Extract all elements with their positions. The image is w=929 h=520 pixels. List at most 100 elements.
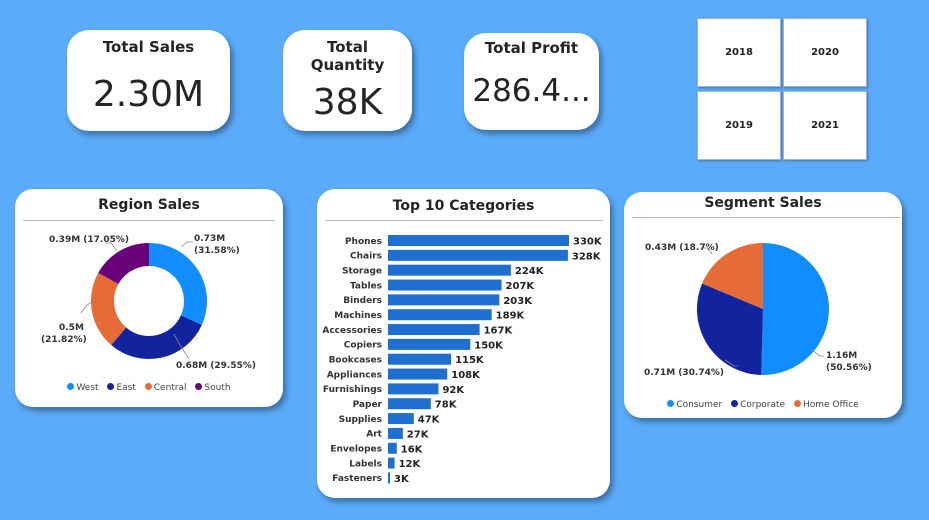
- total-profit-card: Total Profit 286.4...: [464, 33, 599, 130]
- total-quantity-card: Total Quantity 38K: [283, 30, 412, 131]
- legend-item-south[interactable]: South: [195, 383, 231, 393]
- bar-accessories[interactable]: [388, 324, 480, 336]
- bar-label-machines: Machines: [334, 311, 382, 321]
- bar-value-art: 27K: [407, 429, 430, 440]
- legend-dot-consumer: [667, 400, 675, 407]
- bar-tables[interactable]: [388, 279, 502, 291]
- bar-label-envelopes: Envelopes: [330, 445, 382, 455]
- bar-label-supplies: Supplies: [339, 415, 382, 425]
- region-slices: [90, 243, 207, 359]
- legend-label-south: South: [204, 383, 231, 393]
- bar-value-labels: 12K: [399, 459, 422, 470]
- total-sales-value: 2.30M: [92, 74, 205, 115]
- bar-copiers[interactable]: [388, 338, 471, 350]
- bar-paper[interactable]: [388, 398, 431, 410]
- region-donut-chart: 0.73M (31.58%) 0.68M (29.55%) 0.5M (21.8…: [41, 234, 256, 371]
- top-categories-panel: Top 10 Categories Phones 330K Chairs 328K St…: [317, 189, 610, 498]
- bar-value-paper: 78K: [435, 400, 458, 411]
- slice-east[interactable]: [111, 315, 202, 359]
- region-label-central-pct: (21.82%): [41, 335, 87, 345]
- bar-label-copiers: Copiers: [344, 341, 382, 351]
- bar-label-furnishings: Furnishings: [323, 385, 382, 395]
- legend-label-corporate: Corporate: [740, 400, 786, 410]
- legend-dot-west: [67, 383, 75, 390]
- total-quantity-title-line1: Total: [327, 38, 368, 56]
- bar-label-art: Art: [366, 430, 382, 440]
- legend-item-consumer[interactable]: Consumer: [667, 400, 722, 410]
- region-label-south: 0.39M (17.05%): [49, 235, 129, 245]
- legend-label-home-office: Home Office: [802, 400, 859, 410]
- bar-value-tables: 207K: [506, 281, 536, 292]
- region-sales-panel: Region Sales 0.73M (31.58%) 0.68M (29.55…: [15, 189, 283, 407]
- bar-label-storage: Storage: [342, 266, 382, 276]
- legend-label-west: West: [76, 383, 99, 393]
- legend-dot-south: [195, 383, 203, 390]
- bar-phones[interactable]: [388, 235, 569, 246]
- bar-label-chairs: Chairs: [350, 252, 382, 262]
- bar-furnishings[interactable]: [388, 383, 439, 395]
- segment-slices: [697, 243, 829, 375]
- bar-bookcases[interactable]: [388, 353, 452, 365]
- bar-value-furnishings: 92K: [442, 385, 465, 396]
- legend-item-central[interactable]: Central: [144, 383, 187, 393]
- legend-dot-east: [107, 383, 115, 390]
- bar-label-binders: Binders: [343, 296, 382, 306]
- region-label-west-pct: (31.58%): [194, 246, 240, 256]
- region-legend: West East Central South: [15, 383, 283, 393]
- total-quantity-title-line2: Quantity: [310, 56, 385, 74]
- legend-dot-corporate: [731, 400, 739, 407]
- bar-label-labels: Labels: [349, 459, 382, 469]
- bar-label-fasteners: Fasteners: [332, 474, 382, 484]
- total-quantity-value: 38K: [312, 82, 383, 123]
- region-label-central-value: 0.5M: [59, 323, 84, 333]
- legend-label-consumer: Consumer: [676, 400, 723, 410]
- year-slicer-2020[interactable]: 2020: [783, 18, 867, 87]
- bar-value-copiers: 150K: [474, 340, 504, 351]
- year-slicer-2019[interactable]: 2019: [697, 91, 781, 160]
- total-sales-title: Total Sales: [102, 38, 195, 56]
- total-quantity-title: Total Quantity: [283, 38, 412, 74]
- bar-label-paper: Paper: [353, 400, 383, 410]
- segment-sales-panel: Segment Sales 1.16M (50.56%) 0.71M (30.7…: [624, 192, 902, 418]
- bar-supplies[interactable]: [388, 413, 414, 425]
- segment-label-home-office: 0.43M (18.7%): [645, 243, 719, 253]
- bar-value-supplies: 47K: [418, 415, 441, 426]
- legend-item-corporate[interactable]: Corporate: [731, 400, 785, 410]
- bar-label-tables: Tables: [350, 281, 382, 291]
- bar-label-appliances: Appliances: [327, 370, 382, 380]
- bar-value-binders: 203K: [503, 296, 533, 307]
- bar-art[interactable]: [388, 427, 403, 439]
- segment-label-consumer-value: 1.16M: [826, 351, 857, 361]
- year-slicer-2018[interactable]: 2018: [697, 18, 781, 87]
- legend-item-home-office[interactable]: Home Office: [793, 400, 859, 410]
- bar-value-phones: 330K: [573, 237, 603, 248]
- legend-label-east: East: [116, 383, 136, 393]
- total-profit-title: Total Profit: [484, 39, 579, 57]
- bar-value-machines: 189K: [496, 311, 526, 322]
- bar-storage[interactable]: [388, 264, 511, 276]
- bar-label-bookcases: Bookcases: [329, 356, 382, 366]
- bar-binders[interactable]: [388, 294, 500, 306]
- bar-value-envelopes: 16K: [401, 444, 424, 455]
- bar-label-phones: Phones: [345, 237, 382, 247]
- bar-fasteners[interactable]: [388, 472, 390, 484]
- bar-chairs[interactable]: [388, 249, 568, 261]
- bar-labels[interactable]: [388, 457, 395, 469]
- segment-label-consumer-pct: (50.56%): [826, 363, 872, 373]
- bar-envelopes[interactable]: [388, 442, 397, 454]
- segment-label-corporate: 0.71M (30.74%): [644, 368, 724, 378]
- total-sales-card: Total Sales 2.30M: [67, 30, 230, 131]
- bar-value-chairs: 328K: [572, 251, 602, 262]
- legend-dot-central: [144, 383, 152, 390]
- bar-value-accessories: 167K: [484, 326, 514, 337]
- bar-value-fasteners: 3K: [394, 474, 410, 485]
- legend-item-east[interactable]: East: [107, 383, 136, 393]
- bar-appliances[interactable]: [388, 368, 448, 380]
- region-label-east: 0.68M (29.55%): [176, 361, 256, 371]
- legend-label-central: Central: [153, 383, 187, 393]
- year-slicer-2021[interactable]: 2021: [783, 91, 867, 160]
- legend-item-west[interactable]: West: [67, 383, 99, 393]
- bar-machines[interactable]: [388, 309, 492, 321]
- total-profit-value: 286.4...: [472, 73, 591, 109]
- segment-legend: Consumer Corporate Home Office: [624, 400, 902, 410]
